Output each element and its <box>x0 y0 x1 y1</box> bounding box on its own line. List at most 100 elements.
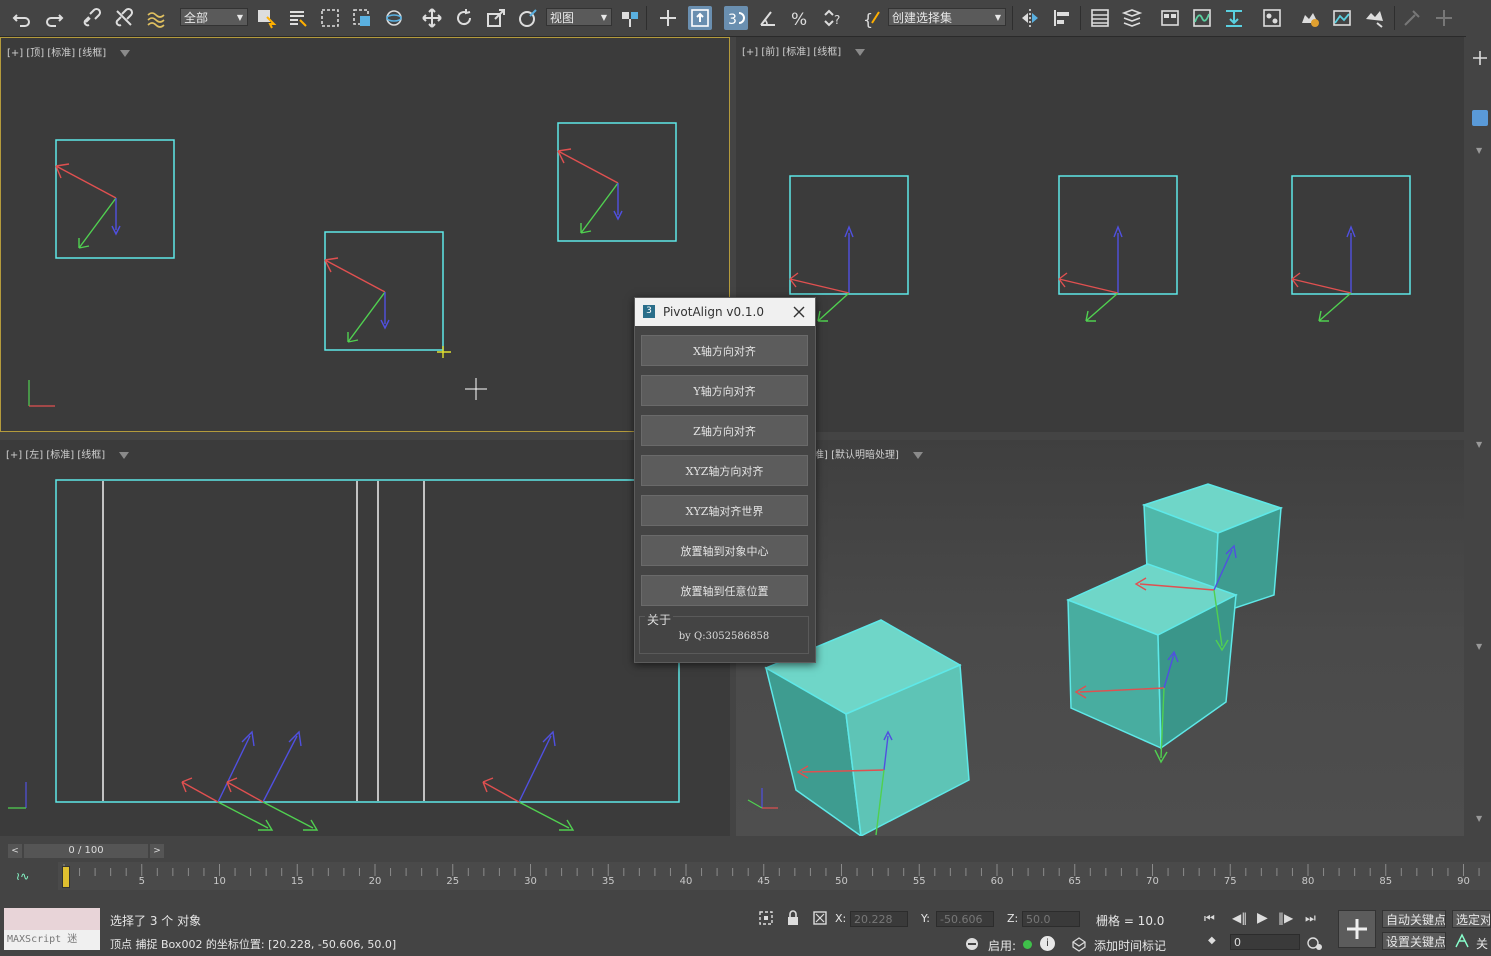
scroll-down-icon[interactable]: ▼ <box>1476 814 1482 823</box>
key-mode-icon[interactable]: ◆ <box>1208 935 1216 946</box>
maxscript-input[interactable]: MAXScript 迷 <box>4 930 100 950</box>
viewport-left[interactable]: [+] [左] [标准] [线框] <box>0 440 730 836</box>
absolute-mode-icon[interactable] <box>812 910 828 926</box>
percent-snap-icon[interactable]: % <box>788 6 812 30</box>
dialog-title: PivotAlign v0.1.0 <box>663 305 765 319</box>
current-frame-field[interactable]: 0 <box>1230 934 1300 950</box>
x-coordinate-field[interactable]: 20.228 <box>850 911 908 927</box>
named-selection-dropdown[interactable]: 创建选择集 ▼ <box>888 8 1006 26</box>
z-coordinate-field[interactable]: 50.0 <box>1022 911 1080 927</box>
place-icon[interactable] <box>516 6 540 30</box>
redo-icon[interactable] <box>42 6 66 30</box>
y-label: Y: <box>921 912 930 925</box>
rotate-icon[interactable] <box>452 6 476 30</box>
scroll-down-icon[interactable]: ▼ <box>1476 146 1482 155</box>
isolate-selection-icon[interactable] <box>758 910 774 926</box>
select-manipulate-icon[interactable] <box>382 6 406 30</box>
toggle-layer-explorer-icon[interactable] <box>1120 6 1144 30</box>
add-tool-icon[interactable] <box>1432 6 1456 30</box>
selected-set-dropdown[interactable]: 选定对 <box>1452 910 1491 928</box>
z-axis-align-button[interactable]: Z轴方向对齐 <box>641 415 808 446</box>
xyz-align-world-button[interactable]: XYZ轴对齐世界 <box>641 495 808 526</box>
time-tag-icon[interactable] <box>1072 936 1086 952</box>
chevron-left-icon[interactable]: < <box>8 844 22 858</box>
window-crossing-icon[interactable] <box>350 6 374 30</box>
spinner-snap-icon[interactable]: ? <box>820 6 844 30</box>
scale-icon[interactable] <box>484 6 508 30</box>
tick-label: 45 <box>757 876 771 887</box>
maxscript-listener[interactable] <box>4 908 100 930</box>
go-to-end-icon[interactable]: ⏭ <box>1305 911 1316 926</box>
select-and-link-axis-icon[interactable] <box>656 6 680 30</box>
mirror-icon[interactable] <box>1018 6 1042 30</box>
pivot-to-any-position-button[interactable]: 放置轴到任意位置 <box>641 575 808 606</box>
chevron-right-icon[interactable]: > <box>150 844 164 858</box>
move-icon[interactable] <box>420 6 444 30</box>
y-coordinate-field[interactable]: -50.606 <box>936 911 994 927</box>
time-slider[interactable]: 0 / 100 <box>24 844 148 858</box>
align-icon[interactable] <box>1050 6 1074 30</box>
go-to-start-icon[interactable]: ⏮ <box>1204 911 1215 926</box>
xyz-axis-align-button[interactable]: XYZ轴方向对齐 <box>641 455 808 486</box>
viewport-perspective[interactable]: 准] [默认明暗处理] <box>736 440 1464 836</box>
timeline-area: < 0 / 100 > ≀∿ 5 10 15 20 25 30 35 40 45 50 55 60 65… <box>0 838 1491 902</box>
bind-space-warp-icon[interactable] <box>144 6 168 30</box>
dialog-titlebar[interactable]: 3 PivotAlign v0.1.0 <box>635 298 815 326</box>
add-key-icon <box>1347 919 1367 939</box>
time-config-icon[interactable] <box>1306 934 1324 952</box>
link-icon[interactable] <box>80 6 104 30</box>
viewport-top[interactable]: [+] [顶] [标准] [线框] <box>0 37 730 432</box>
next-frame-icon[interactable]: ‖▶ <box>1278 911 1293 925</box>
reference-coordinate-dropdown[interactable]: 视图 ▼ <box>546 8 612 26</box>
adaptive-degradation-icon[interactable] <box>964 936 980 952</box>
scroll-down-icon[interactable]: ▼ <box>1476 440 1482 449</box>
play-icon[interactable]: ▶ <box>1257 910 1268 926</box>
status-dot-icon[interactable] <box>1023 940 1032 949</box>
keyboard-shortcut-override-icon[interactable] <box>688 6 712 30</box>
status-bar: MAXScript 迷 选择了 3 个 对象 顶点 捕捉 Box002 的坐标位… <box>0 902 1491 956</box>
toggle-scene-explorer-icon[interactable] <box>1088 6 1112 30</box>
about-group: 关于 by Q:3052586858 <box>639 611 809 654</box>
tick-label: 30 <box>524 876 537 887</box>
tool-icon[interactable] <box>1400 6 1424 30</box>
y-axis-align-button[interactable]: Y轴方向对齐 <box>641 375 808 406</box>
unlink-icon[interactable] <box>112 6 136 30</box>
snaps-toggle-icon[interactable]: 3 <box>724 6 748 30</box>
undo-icon[interactable] <box>10 6 34 30</box>
scroll-down-icon[interactable]: ▼ <box>1476 642 1482 651</box>
info-icon[interactable]: i <box>1040 936 1055 951</box>
pivot-center-icon[interactable] <box>618 6 642 30</box>
angle-snap-icon[interactable] <box>756 6 780 30</box>
previous-frame-icon[interactable]: ◀‖ <box>1232 911 1247 925</box>
key-filters-label[interactable]: 关 <box>1476 935 1488 952</box>
tick-label: 70 <box>1146 876 1159 887</box>
rendered-frame-window-icon[interactable] <box>1330 6 1354 30</box>
x-axis-align-button[interactable]: X轴方向对齐 <box>641 335 808 366</box>
render-setup-icon[interactable] <box>1298 6 1322 30</box>
select-object-icon[interactable] <box>254 6 278 30</box>
set-key-button[interactable]: 设置关键点 <box>1382 932 1446 950</box>
selection-status: 选择了 3 个 对象 <box>110 914 202 928</box>
key-filters-icon[interactable] <box>1454 933 1470 949</box>
lock-icon[interactable] <box>786 910 800 926</box>
add-time-tag[interactable]: 添加时间标记 <box>1094 937 1166 954</box>
auto-key-button[interactable]: 自动关键点 <box>1382 910 1446 928</box>
curve-editor-icon[interactable] <box>1190 6 1214 30</box>
render-production-icon[interactable] <box>1362 6 1386 30</box>
rect-selection-icon[interactable] <box>318 6 342 30</box>
set-key-big-button[interactable] <box>1338 910 1376 948</box>
schematic-view-icon[interactable] <box>1222 6 1246 30</box>
selection-filter-dropdown[interactable]: 全部 ▼ <box>180 8 248 26</box>
viewport-front[interactable]: [+] [前] [标准] [线框] <box>736 37 1464 432</box>
material-editor-icon[interactable] <box>1260 6 1284 30</box>
tick-label: 60 <box>990 876 1004 887</box>
edit-named-selection-icon[interactable]: { <box>860 6 884 30</box>
max-logo-icon: 3 <box>643 305 655 318</box>
panel-active-indicator[interactable] <box>1472 110 1488 126</box>
toggle-ribbon-icon[interactable] <box>1158 6 1182 30</box>
tick-label: 25 <box>446 876 460 887</box>
close-icon[interactable] <box>793 306 805 318</box>
create-panel-icon[interactable] <box>1472 50 1488 66</box>
pivot-to-center-button[interactable]: 放置轴到对象中心 <box>641 535 808 566</box>
select-by-name-icon[interactable] <box>286 6 310 30</box>
